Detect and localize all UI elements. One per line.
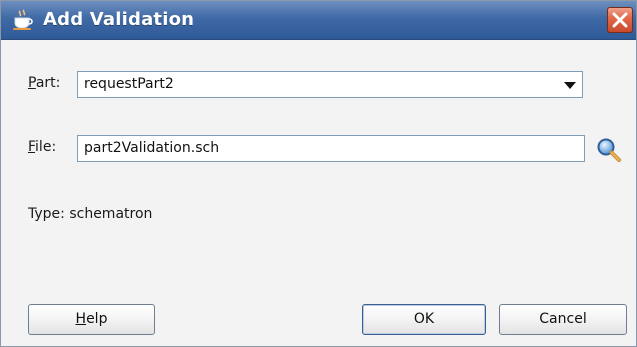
part-selected-value: requestPart2 bbox=[84, 76, 174, 92]
add-validation-dialog: Add Validation Part: requestPart2 File: … bbox=[0, 0, 637, 347]
cancel-button[interactable]: Cancel bbox=[499, 304, 627, 335]
close-button[interactable] bbox=[607, 7, 633, 33]
magnifier-icon bbox=[597, 138, 621, 162]
type-text: Type: schematron bbox=[28, 206, 153, 222]
file-input[interactable]: part2Validation.sch bbox=[77, 135, 585, 162]
java-cup-icon bbox=[11, 9, 35, 31]
part-label: Part: bbox=[28, 75, 61, 91]
close-icon bbox=[612, 12, 628, 28]
part-select[interactable]: requestPart2 bbox=[77, 71, 583, 98]
title-bar[interactable]: Add Validation bbox=[1, 1, 636, 40]
chevron-down-icon[interactable] bbox=[564, 82, 576, 89]
ok-button[interactable]: OK bbox=[362, 304, 486, 335]
dialog-title: Add Validation bbox=[43, 9, 195, 30]
file-label: File: bbox=[28, 139, 57, 155]
help-button[interactable]: Help bbox=[28, 304, 155, 335]
file-input-value: part2Validation.sch bbox=[84, 140, 220, 156]
browse-button[interactable] bbox=[595, 136, 623, 164]
